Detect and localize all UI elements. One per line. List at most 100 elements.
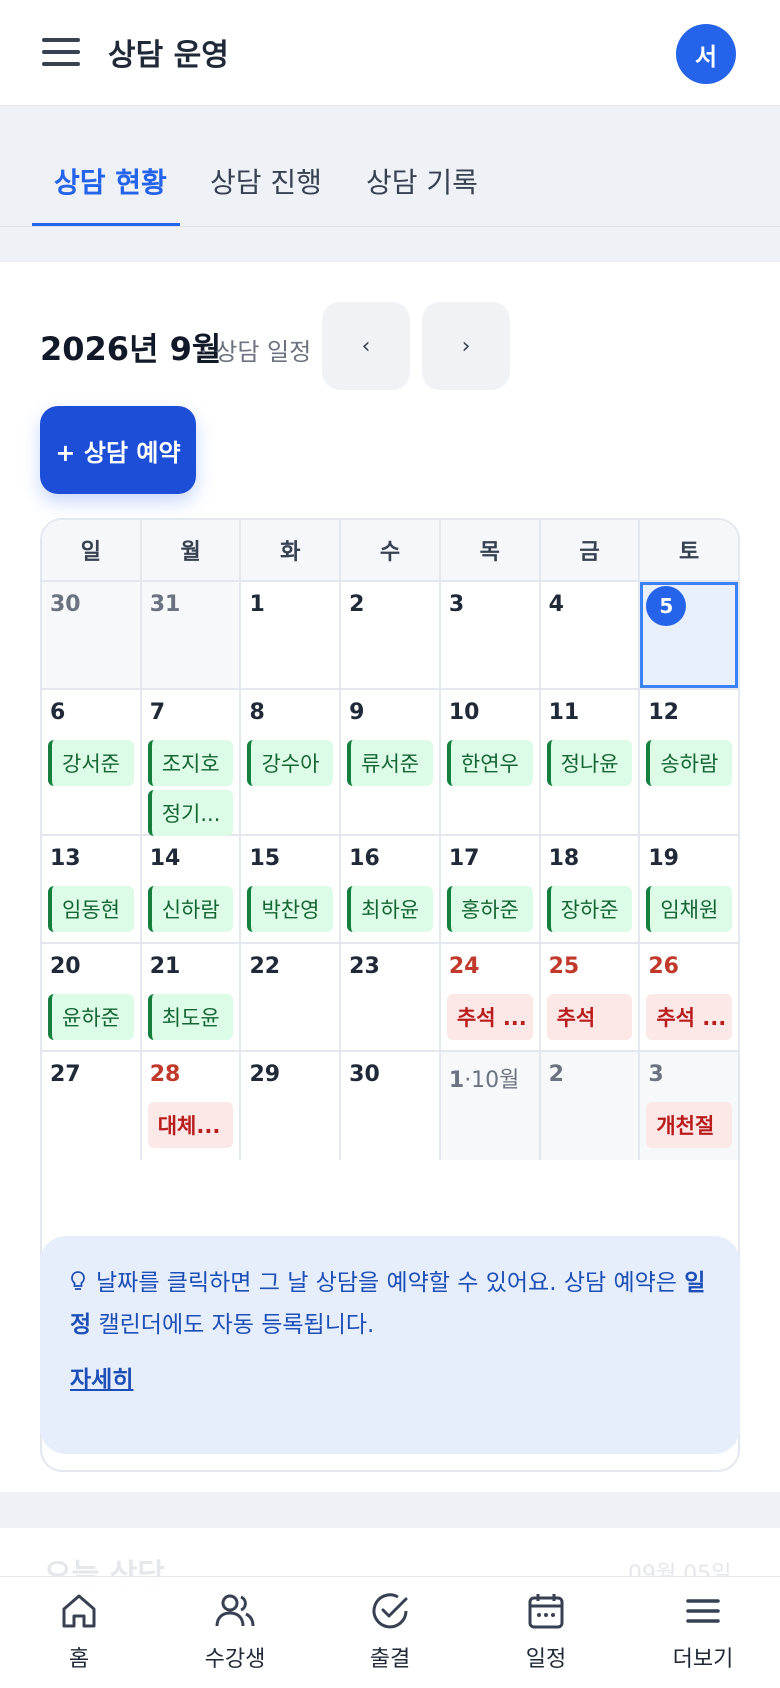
calendar-day[interactable]: 21 최도윤 — [141, 944, 242, 1050]
day-number-value: 17 — [448, 846, 480, 871]
hamburger-menu-icon[interactable] — [42, 38, 80, 66]
calendar-day[interactable]: 28 대체... — [141, 1052, 242, 1160]
calendar-day[interactable]: 4 — [540, 582, 641, 688]
calendar-day[interactable]: 3 — [440, 582, 541, 688]
counsel-event[interactable]: 윤하준 — [48, 994, 134, 1040]
counsel-event[interactable]: 조지호 — [147, 740, 234, 786]
calendar-day[interactable]: 12 송하람 — [640, 690, 738, 834]
counsel-event[interactable]: 임동현 — [48, 886, 134, 932]
holiday-event[interactable]: 추석 ... — [646, 994, 733, 1040]
month-subtitle: · 상담 일정 — [200, 338, 312, 366]
counsel-event[interactable]: 임채원 — [646, 886, 733, 932]
calendar-day[interactable]: 7 조지호 정기... — [141, 690, 242, 836]
reserve-counsel-button[interactable]: + 상담 예약 — [40, 406, 196, 494]
weekday-label: 월 — [142, 520, 242, 580]
day-number: 2 — [349, 592, 364, 617]
counsel-event[interactable]: 홍하준 — [446, 886, 533, 932]
more-details-link[interactable]: 자세히 — [70, 1360, 133, 1394]
day-number-value: 7 — [149, 700, 166, 725]
day-number-value: 13 — [50, 846, 81, 871]
day-number-value: 31 — [149, 592, 181, 617]
calendar-day[interactable]: 1 — [241, 582, 342, 688]
day-number-value: 2 — [349, 592, 365, 617]
day-number-value: 11 — [548, 700, 580, 725]
day-number-value: 30 — [349, 1062, 380, 1087]
calendar-day[interactable]: 1·10월 — [440, 1052, 541, 1160]
counsel-event[interactable]: 최도윤 — [147, 994, 234, 1040]
counsel-event[interactable]: 류서준 — [347, 740, 433, 786]
day-number: 21 — [150, 954, 181, 979]
day-number: 28 — [150, 1062, 181, 1087]
calendar-day[interactable]: 30 — [341, 1052, 441, 1160]
holiday-event[interactable]: 추석 — [546, 994, 633, 1040]
counsel-event[interactable]: 한연우 — [446, 740, 533, 786]
tab-counsel-progress[interactable]: 상담 진행 — [210, 161, 322, 201]
counsel-event[interactable]: 강수아 — [247, 740, 334, 786]
day-number-value: 14 — [149, 846, 181, 871]
day-number: 7 — [150, 700, 165, 725]
calendar-day[interactable]: 8 강수아 — [241, 690, 342, 834]
day-number: 30 — [50, 592, 81, 617]
holiday-event[interactable]: 개천절 — [646, 1102, 733, 1148]
calendar-day[interactable]: 3 개천절 — [640, 1052, 738, 1160]
calendar-day[interactable]: 26 추석 ... — [640, 944, 738, 1050]
counsel-event[interactable]: 송하람 — [646, 740, 733, 786]
calendar-day[interactable]: 13 임동현 — [42, 836, 142, 942]
calendar-day[interactable]: 17 홍하준 — [440, 836, 541, 942]
day-number-value: 27 — [50, 1062, 81, 1087]
holiday-event[interactable]: 추석 ... — [446, 994, 533, 1040]
calendar-day[interactable]: 2 — [540, 1052, 641, 1160]
calendar-day[interactable]: 11 정나윤 — [540, 690, 641, 834]
month-suffix: ·10월 — [464, 1068, 520, 1093]
prev-month-button[interactable]: ‹ — [322, 302, 410, 390]
nav-home-label: 홈 — [68, 1647, 90, 1672]
day-number: 3 — [449, 592, 464, 617]
weekday-label: 일 — [42, 520, 142, 580]
day-number-value: 12 — [648, 700, 679, 725]
day-number: 30 — [349, 1062, 380, 1087]
counsel-event[interactable]: 강서준 — [48, 740, 134, 786]
calendar-day[interactable]: 10 한연우 — [440, 690, 541, 834]
counsel-event[interactable]: 신하람 — [147, 886, 234, 932]
day-number-value: 2 — [548, 1062, 564, 1087]
day-number-value: 3 — [648, 1062, 664, 1087]
nav-attendance[interactable]: 출결 — [335, 1589, 445, 1673]
nav-more[interactable]: 더보기 — [648, 1589, 758, 1673]
calendar-day[interactable]: 16 최하윤 — [341, 836, 441, 942]
nav-home[interactable]: 홈 — [24, 1589, 134, 1673]
calendar-day[interactable]: 19 임채원 — [640, 836, 738, 942]
calendar-day[interactable]: 9 류서준 — [341, 690, 441, 834]
calendar-week: 13 임동현 14 신하람 15 박찬영 16 최하윤 17 홍하준 18 장하준 19 임채원 — [42, 836, 738, 944]
nav-students[interactable]: 수강생 — [180, 1589, 290, 1673]
counsel-event[interactable]: 정기... — [147, 790, 234, 836]
calendar-day[interactable]: 25 추석 — [540, 944, 641, 1050]
calendar-day[interactable]: 30 — [42, 582, 142, 688]
calendar-day[interactable]: 18 장하준 — [540, 836, 641, 942]
info-text: 날짜를 클릭하면 그 날 상담을 예약할 수 있어요. 상담 예약은 일정 캘린… — [70, 1262, 720, 1346]
counsel-event[interactable]: 정나윤 — [546, 740, 633, 786]
day-number: 3 — [648, 1062, 663, 1087]
calendar-day-today[interactable]: 5 — [640, 582, 738, 688]
calendar-day[interactable]: 6 강서준 — [42, 690, 142, 834]
calendar-day[interactable]: 24 추석 ... — [440, 944, 541, 1050]
calendar-day[interactable]: 2 — [341, 582, 441, 688]
tab-counsel-status[interactable]: 상담 현황 — [54, 161, 167, 201]
day-number: 17 — [449, 846, 480, 871]
calendar-day[interactable]: 15 박찬영 — [241, 836, 342, 942]
calendar-day[interactable]: 22 — [241, 944, 342, 1050]
calendar-day[interactable]: 31 — [141, 582, 242, 688]
counsel-event[interactable]: 장하준 — [546, 886, 633, 932]
lightbulb-icon — [70, 1265, 86, 1290]
next-month-button[interactable]: › — [422, 302, 510, 390]
holiday-event[interactable]: 대체... — [147, 1102, 234, 1148]
calendar-day[interactable]: 23 — [341, 944, 441, 1050]
nav-schedule[interactable]: 일정 — [491, 1589, 601, 1673]
counsel-event[interactable]: 박찬영 — [247, 886, 334, 932]
calendar-day[interactable]: 20 윤하준 — [42, 944, 142, 1050]
calendar-day[interactable]: 29 — [241, 1052, 342, 1160]
calendar-day[interactable]: 27 — [42, 1052, 142, 1160]
calendar-day[interactable]: 14 신하람 — [141, 836, 242, 942]
avatar[interactable]: 서 — [676, 24, 736, 84]
counsel-event[interactable]: 최하윤 — [347, 886, 433, 932]
tab-counsel-records[interactable]: 상담 기록 — [366, 161, 478, 201]
